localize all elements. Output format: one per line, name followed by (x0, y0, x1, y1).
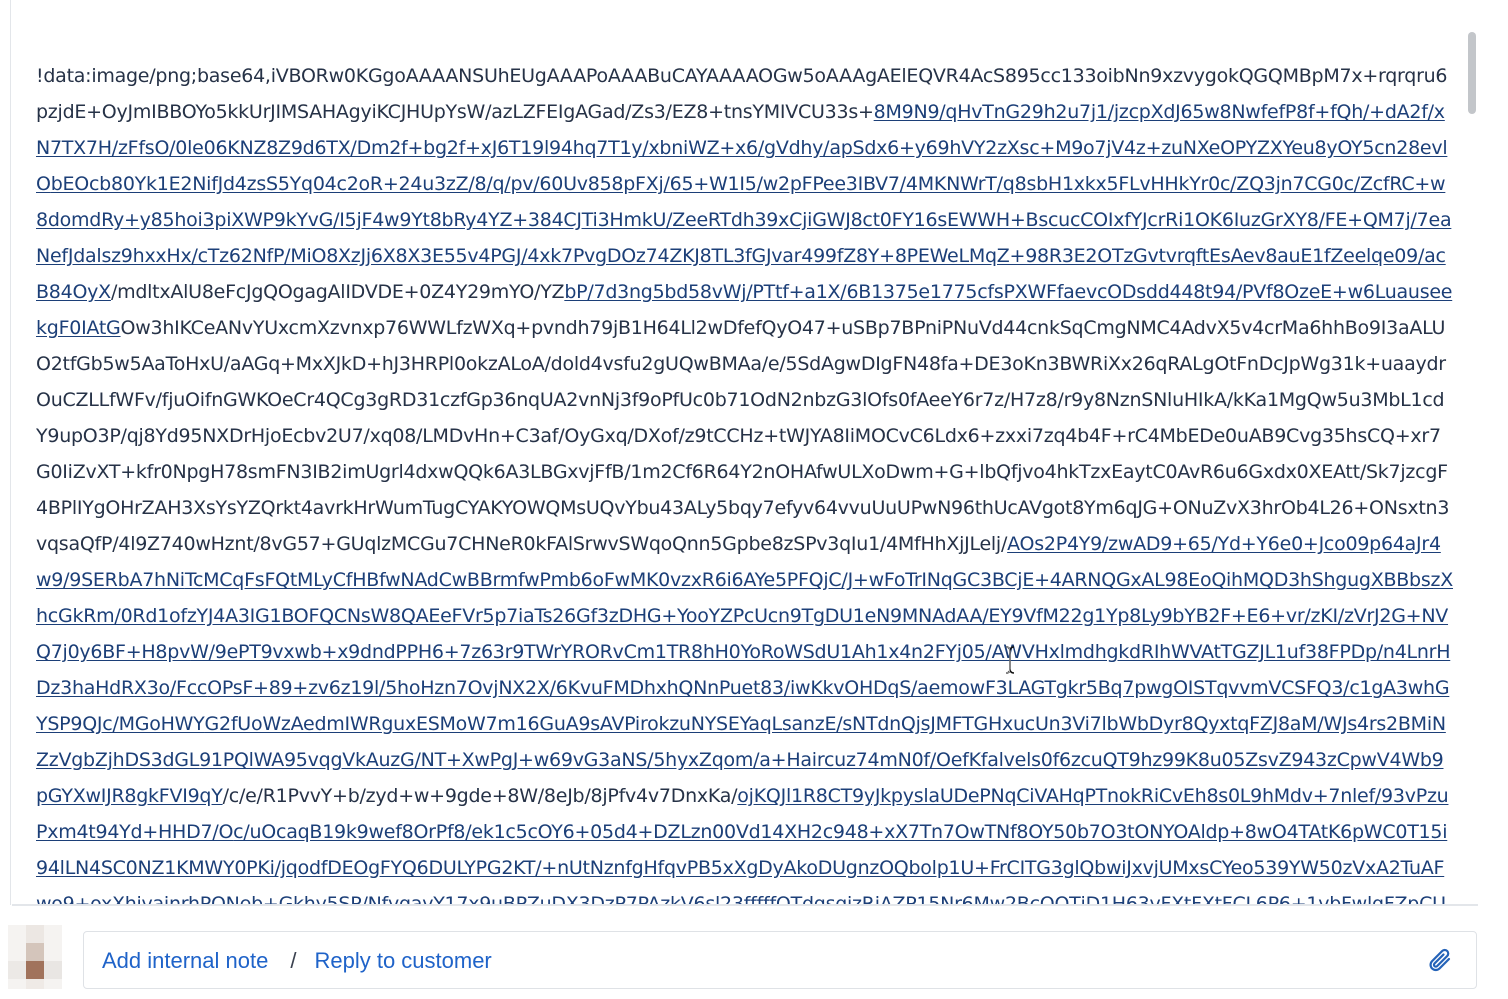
scrollbar-thumb[interactable] (1468, 32, 1476, 114)
user-avatar[interactable] (8, 925, 62, 989)
composer-actions: Add internal note / Reply to customer (102, 932, 492, 990)
paperclip-icon[interactable] (1424, 945, 1456, 977)
data-text-segment: /mdltxAlU8eFcJgQOgagAlIDVDE+0Z4Y29mYO/YZ (110, 281, 565, 303)
data-text-link[interactable]: 4t94Yd+HHD7/O (76, 821, 233, 843)
add-internal-note-link[interactable]: Add internal note (102, 948, 268, 974)
base64-data-text: !data:image/png;base64,iVBORw0KGgoAAAANS… (36, 58, 1454, 905)
composer-box[interactable]: Add internal note / Reply to customer (83, 931, 1477, 989)
content-divider (12, 904, 1478, 906)
message-content-pane[interactable]: !data:image/png;base64,iVBORw0KGgoAAAANS… (12, 0, 1476, 905)
data-text-segment: /c/e/R1PvvY+b/zyd+w+9gde+8W/8eJb/8jPfv4v… (222, 785, 738, 807)
left-rail-divider (10, 0, 11, 905)
data-text-segment: pzjdE+OyJmIBBOYo5kkUrJIMSAHAgyiKCJHUpYsW… (36, 101, 874, 123)
data-text-segment: !data:image/png;base64,iVBORw0KGgoAAAANS… (36, 65, 1448, 87)
data-text-link[interactable]: 8M9N9/qHvTnG29h2u7j1/jzcpXdJ65w8NwfefP8f… (874, 101, 1445, 123)
vertical-scrollbar[interactable] (1468, 0, 1476, 905)
text-cursor-icon (1005, 646, 1015, 674)
conversation-view: !data:image/png;base64,iVBORw0KGgoAAAANS… (0, 0, 1508, 999)
composer-separator: / (290, 948, 297, 973)
reply-to-customer-link[interactable]: Reply to customer (314, 948, 491, 974)
data-text-segment: 40wHznt/8vG57+GUqlzMCGu7CHNeR0kFAlSrwvSW… (171, 533, 1008, 555)
